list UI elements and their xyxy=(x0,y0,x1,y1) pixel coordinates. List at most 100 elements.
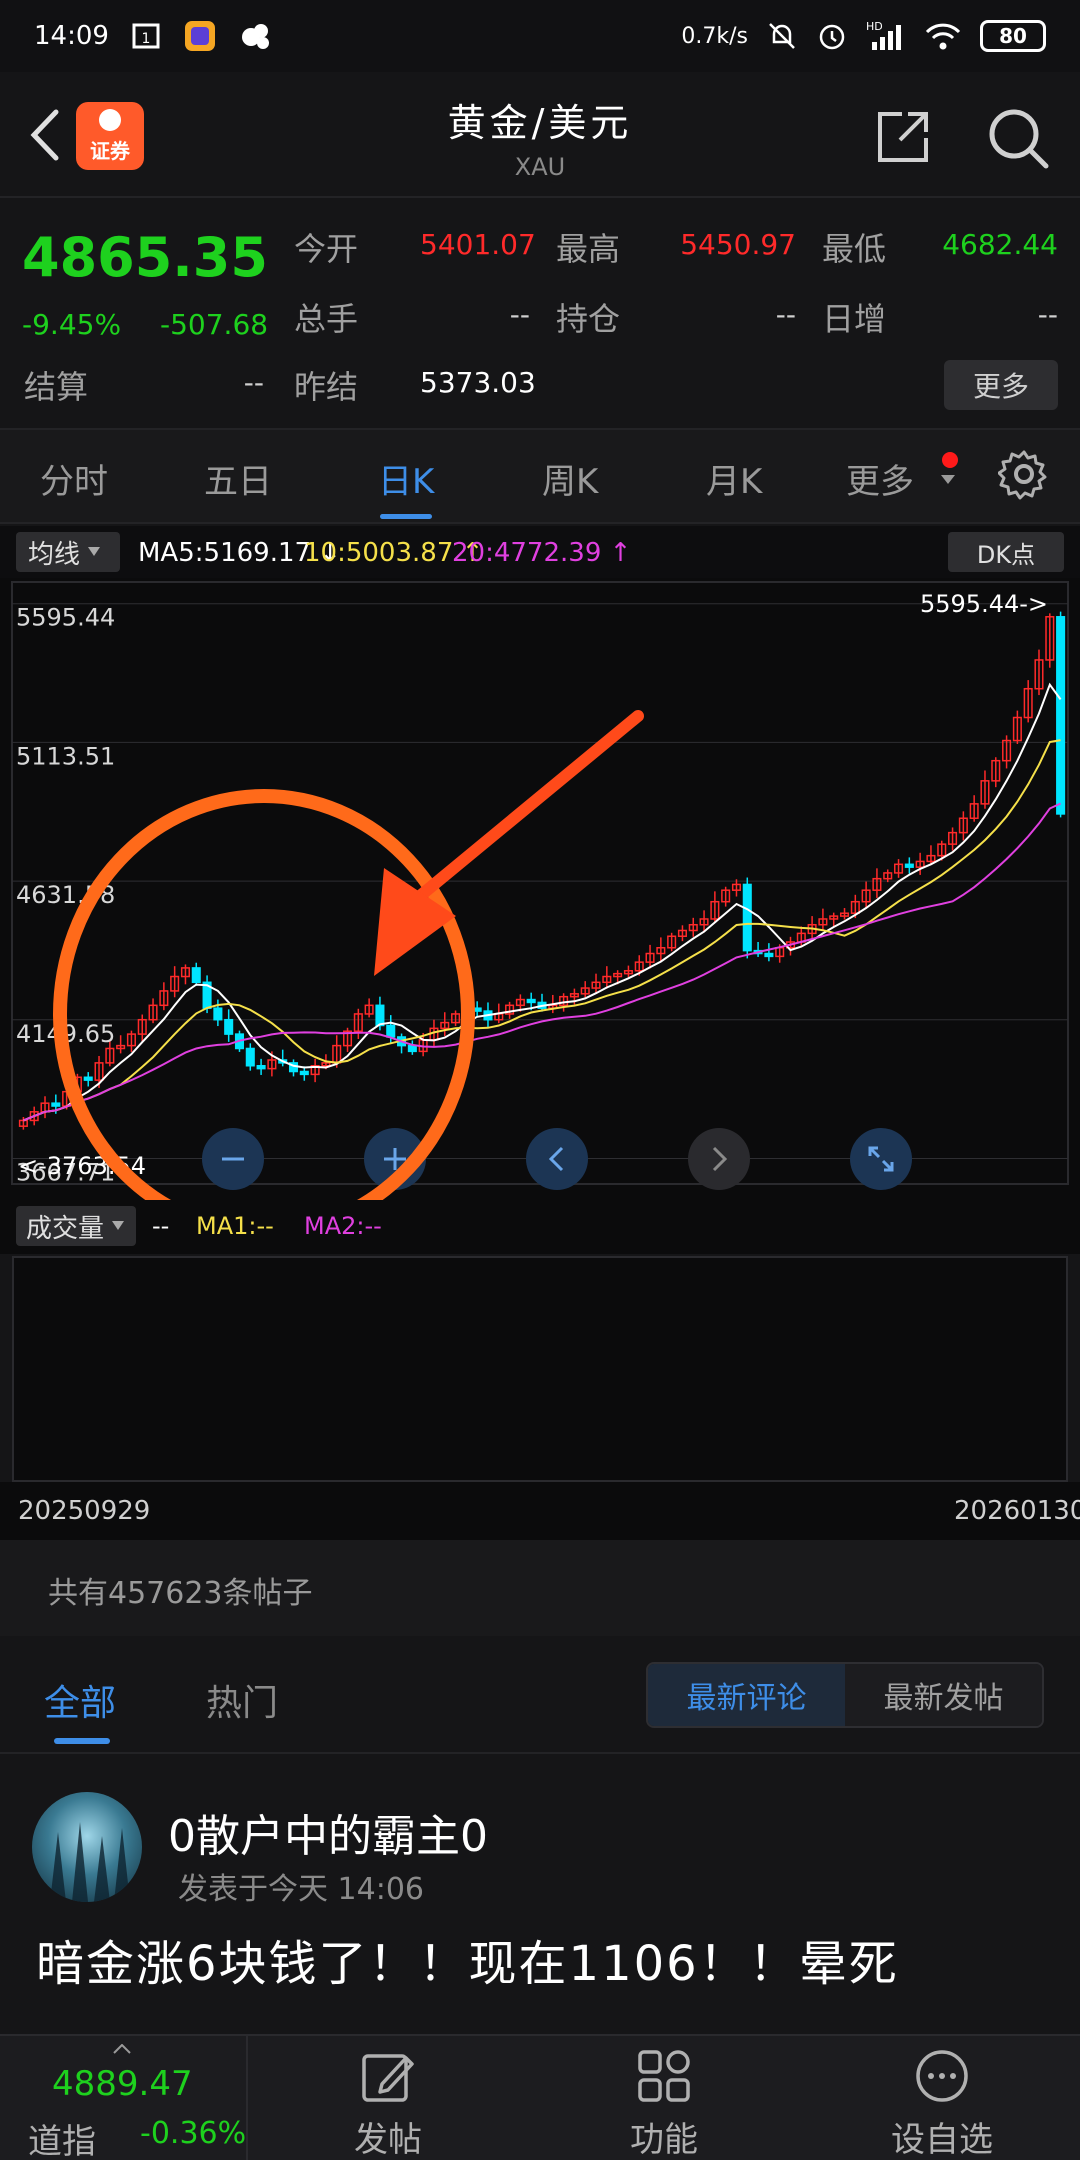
tab-more[interactable]: 更多 xyxy=(846,454,914,503)
tab-five-day[interactable]: 五日 xyxy=(204,454,272,503)
battery-indicator: 80 xyxy=(980,20,1046,52)
wifi-icon xyxy=(924,20,962,52)
status-time: 14:09 xyxy=(34,21,109,51)
tab-hot[interactable]: 热门 xyxy=(206,1674,278,1726)
status-bar: 14:09 1 0.7k/s HD 80 xyxy=(0,0,1080,72)
notification-dot xyxy=(942,452,958,468)
prev-settle-label: 昨结 xyxy=(294,368,359,406)
app-header: 证券 黄金/美元 XAU xyxy=(0,72,1080,196)
sort-latest-post[interactable]: 最新发帖 xyxy=(845,1664,1042,1726)
ma20-legend: 20:4772.39 ↑ xyxy=(452,538,632,568)
grid-icon xyxy=(638,2050,690,2102)
alarm-icon xyxy=(816,20,848,52)
avatar[interactable] xyxy=(32,1792,142,1902)
post-item[interactable]: 0散户中的霸主0 发表于今天 14:06 暗金涨6块钱了！！现在1106！！晕死 xyxy=(0,1756,1080,2036)
feed-tabs: 全部 热门 最新评论 最新发帖 xyxy=(0,1636,1080,1754)
nav-add-watchlist[interactable]: 设自选 xyxy=(872,2046,1012,2160)
high-value: 5450.97 xyxy=(680,228,796,261)
bottom-nav: 4889.47 道指 -0.36% 发帖 功能 设自选 xyxy=(0,2034,1080,2160)
more-dots-icon xyxy=(916,2050,968,2102)
index-change: -0.36% xyxy=(140,2116,247,2151)
sort-latest-comment[interactable]: 最新评论 xyxy=(648,1664,845,1726)
change-percent: -9.45% xyxy=(22,308,122,341)
chart-settings-button[interactable] xyxy=(997,448,1050,500)
period-tabs: 分时 五日 日K 周K 月K 更多 xyxy=(0,428,1080,524)
chevron-left-icon xyxy=(30,109,59,161)
dropdown-arrow-icon xyxy=(941,475,955,484)
search-button[interactable] xyxy=(986,106,1050,170)
network-speed: 0.7k/s xyxy=(681,23,748,49)
settle-label: 结算 xyxy=(24,368,89,406)
ma-legend-bar: 均线 MA5:5169.17 ↓ 10:5003.87 ↑ 20:4772.39… xyxy=(0,526,1080,578)
index-value: 4889.47 xyxy=(52,2064,193,2104)
volume-ma1-legend: MA1:-- xyxy=(196,1212,274,1240)
post-time: 发表于今天 14:06 xyxy=(178,1872,424,1907)
open-interest-value: -- xyxy=(775,298,796,331)
gear-icon xyxy=(997,450,1047,500)
annotation-circle xyxy=(53,789,475,1239)
open-label: 今开 xyxy=(294,230,359,268)
calendar-icon: 1 xyxy=(131,21,161,51)
sort-toggle: 最新评论 最新发帖 xyxy=(646,1662,1044,1728)
volume-value: -- xyxy=(509,298,530,331)
prev-settle-value: 5373.03 xyxy=(420,366,536,399)
volume-legend-bar: 成交量 -- MA1:-- MA2:-- xyxy=(0,1200,1080,1254)
annotation-arrow-shaft xyxy=(414,710,644,902)
share-button[interactable] xyxy=(874,108,932,166)
tab-daily-k[interactable]: 日K xyxy=(378,454,434,503)
title-block: 黄金/美元 XAU xyxy=(340,92,740,181)
cell-signal-icon: HD xyxy=(866,20,906,52)
date-end: 20260130 xyxy=(954,1496,1080,1526)
low-label: 最低 xyxy=(822,230,887,268)
back-button[interactable] xyxy=(20,100,70,170)
annotation-overlay xyxy=(53,710,644,1239)
dk-point-button[interactable]: DK点 xyxy=(948,532,1064,572)
posts-count: 共有457623条帖子 xyxy=(0,1540,1080,1636)
tab-all[interactable]: 全部 xyxy=(44,1674,116,1726)
tab-monthly-k[interactable]: 月K xyxy=(706,454,762,503)
tab-intraday[interactable]: 分时 xyxy=(40,454,108,503)
search-icon xyxy=(989,109,1049,169)
kline-chart[interactable]: 5595.44 5113.51 4631.58 4149.65 3667.71 5595… xyxy=(0,578,1080,1239)
last-price: 4865.35 xyxy=(22,226,268,289)
volume-panel xyxy=(12,1256,1068,1482)
edit-icon xyxy=(362,2054,414,2102)
post-text[interactable]: 暗金涨6块钱了！！现在1106！！晕死 xyxy=(36,1924,899,1994)
quote-more-button[interactable]: 更多 xyxy=(944,360,1058,410)
volume-selector[interactable]: 成交量 xyxy=(16,1206,136,1246)
svg-text:1: 1 xyxy=(141,31,150,47)
tab-weekly-k[interactable]: 周K xyxy=(542,454,598,503)
index-ticker[interactable]: 4889.47 道指 -0.36% xyxy=(0,2036,248,2160)
nav-functions[interactable]: 功能 xyxy=(594,2046,734,2160)
high-label: 最高 xyxy=(556,230,621,268)
daily-increase-value: -- xyxy=(1037,298,1058,331)
volume-legend-dash: -- xyxy=(152,1212,170,1240)
volume-ma2-legend: MA2:-- xyxy=(304,1212,382,1240)
dropdown-arrow-icon xyxy=(112,1221,125,1230)
expand-up-icon xyxy=(113,2044,131,2054)
date-start: 20250929 xyxy=(18,1496,151,1526)
low-value: 4682.44 xyxy=(942,228,1058,261)
quote-panel: 4865.35 -9.45% -507.68 今开 5401.07 最高 545… xyxy=(0,196,1080,426)
open-value: 5401.07 xyxy=(420,228,536,261)
mute-icon xyxy=(766,20,798,52)
feed-tab-indicator xyxy=(54,1738,110,1744)
ma-selector[interactable]: 均线 xyxy=(16,532,120,572)
change-amount: -507.68 xyxy=(160,308,269,341)
daily-increase-label: 日增 xyxy=(822,300,887,338)
share-icon xyxy=(878,112,928,162)
post-username[interactable]: 0散户中的霸主0 xyxy=(168,1800,488,1864)
index-name: 道指 xyxy=(28,2122,96,2160)
page-subtitle: XAU xyxy=(514,153,566,181)
date-axis: 20250929 20260130 xyxy=(0,1482,1080,1540)
settle-value: -- xyxy=(243,366,264,399)
broker-logo[interactable]: 证券 xyxy=(76,102,144,170)
dropdown-arrow-icon xyxy=(88,547,101,556)
app-notification-icon xyxy=(183,19,217,53)
open-interest-label: 持仓 xyxy=(556,300,621,338)
nav-post[interactable]: 发帖 xyxy=(318,2046,458,2160)
volume-label: 总手 xyxy=(294,300,359,338)
active-tab-indicator xyxy=(380,514,432,519)
page-title: 黄金/美元 xyxy=(447,101,633,145)
bird-icon xyxy=(239,19,273,53)
